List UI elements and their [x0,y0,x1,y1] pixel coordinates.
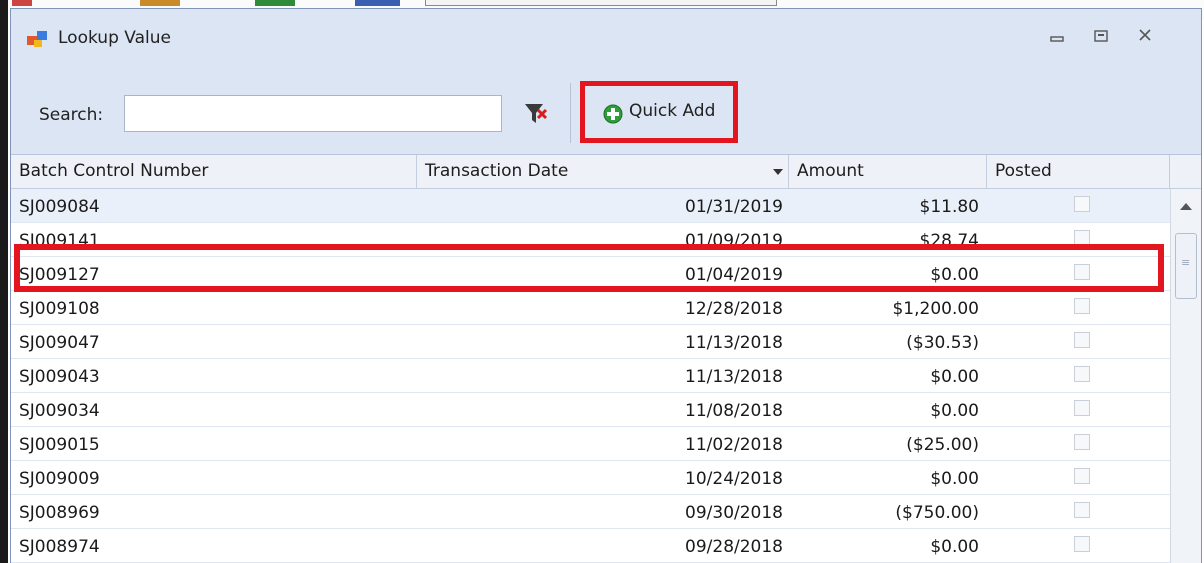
column-header-posted[interactable]: Posted [987,155,1170,189]
background-icon [355,0,400,6]
lookup-window-icon [27,31,47,47]
maximize-icon[interactable] [1087,25,1115,51]
batch-number-cell: SJ008969 [19,503,100,523]
batch-number-cell: SJ009043 [19,367,100,387]
amount-cell: $0.00 [930,537,979,557]
transaction-date-cell: 01/04/2019 [685,265,783,285]
background-icon [255,0,295,6]
batch-number-cell: SJ009015 [19,435,100,455]
background-icon [140,0,180,6]
batch-number-cell: SJ009108 [19,299,100,319]
table-row[interactable]: SJ009108 12/28/2018 $1,200.00 [11,291,1170,325]
toolbar: Search: Quick Add [11,71,1201,155]
background-search-field [425,0,777,6]
table-row[interactable]: SJ009043 11/13/2018 $0.00 [11,359,1170,393]
posted-checkbox[interactable] [1074,332,1090,348]
lookup-value-window: Lookup Value Search: Quick Add Batch Con… [10,8,1202,563]
table-row[interactable]: SJ009047 11/13/2018 ($30.53) [11,325,1170,359]
amount-cell: $0.00 [930,469,979,489]
green-plus-icon [603,104,623,124]
amount-cell: $0.00 [930,367,979,387]
title-bar: Lookup Value [11,9,1201,71]
batch-number-cell: SJ008974 [19,537,100,557]
search-label: Search: [39,105,104,125]
amount-cell: $28.74 [919,231,979,251]
column-header-transaction-date[interactable]: Transaction Date [417,155,789,189]
transaction-date-cell: 11/02/2018 [685,435,783,455]
amount-cell: $0.00 [930,265,979,285]
amount-cell: $0.00 [930,401,979,421]
posted-checkbox[interactable] [1074,468,1090,484]
background-icon [12,0,32,6]
posted-checkbox[interactable] [1074,196,1090,212]
transaction-date-cell: 01/09/2019 [685,231,783,251]
window-title: Lookup Value [58,28,171,48]
sort-descending-icon [773,169,783,175]
table-row[interactable]: SJ009015 11/02/2018 ($25.00) [11,427,1170,461]
transaction-date-cell: 09/28/2018 [685,537,783,557]
table-row[interactable]: SJ008974 09/28/2018 $0.00 [11,529,1170,563]
close-icon[interactable] [1131,25,1159,51]
transaction-date-cell: 12/28/2018 [685,299,783,319]
minimize-icon[interactable] [1043,25,1071,51]
screen-edge [0,0,8,563]
table-row[interactable]: SJ009127 01/04/2019 $0.00 [11,257,1170,291]
batch-number-cell: SJ009034 [19,401,100,421]
transaction-date-cell: 09/30/2018 [685,503,783,523]
posted-checkbox[interactable] [1074,400,1090,416]
amount-cell: ($25.00) [906,435,979,455]
table-row[interactable]: SJ009141 01/09/2019 $28.74 [11,223,1170,257]
batch-number-cell: SJ009141 [19,231,100,251]
amount-cell: $1,200.00 [892,299,979,319]
batch-number-cell: SJ009047 [19,333,100,353]
amount-cell: $11.80 [919,197,979,217]
batch-number-cell: SJ009009 [19,469,100,489]
transaction-date-cell: 11/13/2018 [685,367,783,387]
amount-cell: ($750.00) [895,503,979,523]
quick-add-button[interactable]: Quick Add [580,81,738,143]
posted-checkbox[interactable] [1074,230,1090,246]
transaction-date-cell: 01/31/2019 [685,197,783,217]
posted-checkbox[interactable] [1074,434,1090,450]
posted-checkbox[interactable] [1074,502,1090,518]
search-input[interactable] [124,95,502,132]
grid-rows: SJ009084 01/31/2019 $11.80 SJ009141 01/0… [11,189,1170,563]
posted-checkbox[interactable] [1074,366,1090,382]
posted-checkbox[interactable] [1074,264,1090,280]
amount-cell: ($30.53) [906,333,979,353]
table-row[interactable]: SJ009084 01/31/2019 $11.80 [11,189,1170,223]
posted-checkbox[interactable] [1074,298,1090,314]
quick-add-label: Quick Add [629,101,716,121]
batch-number-cell: SJ009084 [19,197,100,217]
lookup-grid: Batch Control Number Transaction Date Am… [11,155,1201,563]
column-header-label: Transaction Date [425,161,569,181]
column-header-amount[interactable]: Amount [789,155,987,189]
clear-filter-icon[interactable] [523,101,549,127]
transaction-date-cell: 11/13/2018 [685,333,783,353]
scroll-thumb[interactable]: ≡ [1175,233,1197,299]
scroll-up-arrow-icon[interactable] [1180,203,1192,210]
posted-checkbox[interactable] [1074,536,1090,552]
transaction-date-cell: 11/08/2018 [685,401,783,421]
grip-icon: ≡ [1181,256,1191,269]
transaction-date-cell: 10/24/2018 [685,469,783,489]
toolbar-separator [570,83,571,143]
grid-header: Batch Control Number Transaction Date Am… [11,155,1201,189]
table-row[interactable]: SJ009034 11/08/2018 $0.00 [11,393,1170,427]
table-row[interactable]: SJ009009 10/24/2018 $0.00 [11,461,1170,495]
vertical-scrollbar[interactable]: ≡ [1170,189,1201,563]
batch-number-cell: SJ009127 [19,265,100,285]
table-row[interactable]: SJ008969 09/30/2018 ($750.00) [11,495,1170,529]
column-header-batch-control-number[interactable]: Batch Control Number [11,155,417,189]
